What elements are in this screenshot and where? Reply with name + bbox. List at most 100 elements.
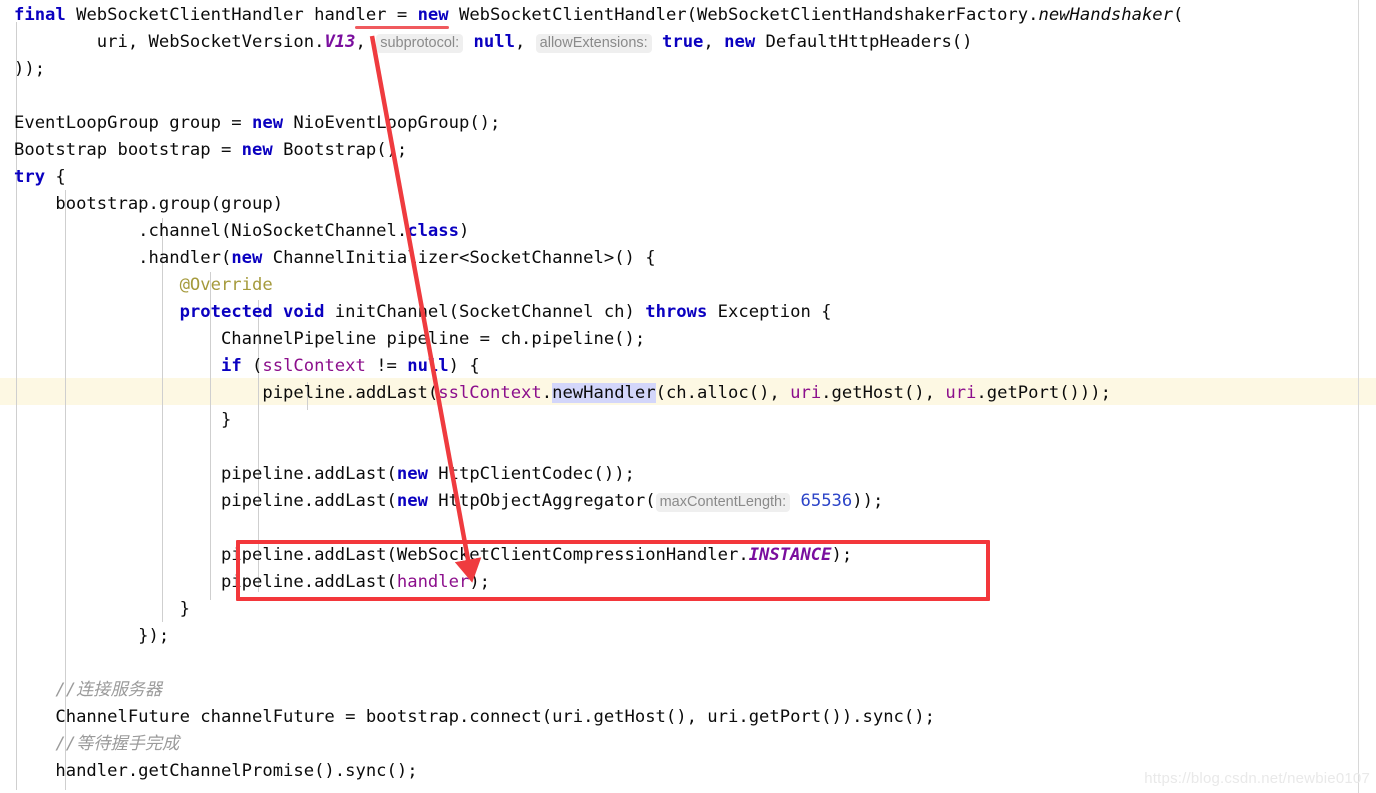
code-line-5[interactable]: EventLoopGroup group = new NioEventLoopG… — [14, 110, 500, 137]
watermark-url: https://blog.csdn.net/newbie0107 — [1144, 770, 1370, 787]
code-line-21[interactable]: pipeline.addLast(WebSocketClientCompress… — [14, 542, 852, 569]
code-line-7[interactable]: try { — [14, 164, 66, 191]
token-literal-null: null — [473, 32, 515, 52]
code-line-28[interactable]: //等待握手完成 — [14, 731, 179, 758]
token-gethost-call: .getHost(), — [821, 383, 946, 403]
token-close-paren-brace: ) { — [448, 356, 480, 376]
code-line-12[interactable]: protected void initChannel(SocketChannel… — [14, 299, 832, 326]
token-close-paren-1: ) — [458, 221, 470, 241]
token-keyword-new-4: new — [241, 140, 284, 160]
code-line-1[interactable]: final WebSocketClientHandler handler = n… — [14, 2, 1183, 29]
token-close-aggregator: )); — [852, 491, 884, 511]
token-space-1 — [463, 32, 473, 52]
code-line-11[interactable]: @Override — [14, 272, 273, 299]
token-variable-handler-usage: handler — [396, 572, 470, 592]
code-line-8[interactable]: bootstrap.group(group) — [14, 191, 283, 218]
token-field-uri-2: uri — [945, 383, 977, 403]
token-bootstrap-ctor: Bootstrap(); — [283, 140, 408, 160]
token-space-3 — [790, 491, 800, 511]
token-initchannel-sig: initChannel(SocketChannel ch) — [334, 302, 646, 322]
token-number-65536: 65536 — [800, 491, 853, 511]
param-hint-subprotocol: subprotocol: — [376, 34, 464, 53]
token-addlast-ssl: pipeline.addLast( — [14, 383, 439, 403]
token-bootstrap-group: bootstrap.group(group) — [14, 194, 284, 214]
token-channelinitializer: ChannelInitializer<SocketChannel>() { — [272, 248, 656, 268]
token-neq-operator: != — [365, 356, 408, 376]
code-line-19[interactable]: pipeline.addLast(new HttpObjectAggregato… — [14, 488, 883, 516]
token-close-call: )); — [14, 59, 46, 79]
token-keyword-new: new — [417, 5, 459, 25]
code-line-24[interactable]: }); — [14, 623, 169, 650]
code-line-27[interactable]: ChannelFuture channelFuture = bootstrap.… — [14, 704, 935, 731]
token-indent-12 — [14, 302, 180, 322]
code-line-2[interactable]: uri, WebSocketVersion.V13, subprotocol: … — [14, 29, 973, 57]
token-keyword-try: try — [14, 167, 46, 187]
token-close-brace-if: } — [14, 410, 232, 430]
token-space-2 — [652, 32, 662, 52]
token-literal-true: true — [662, 32, 704, 52]
token-keyword-throws: throws — [645, 302, 718, 322]
token-channelfuture-decl: ChannelFuture channelFuture = bootstrap.… — [14, 707, 935, 727]
token-handler-call: .handler( — [14, 248, 232, 268]
token-exception-type: Exception { — [717, 302, 832, 322]
token-eventloopgroup-decl: EventLoopGroup group = — [14, 113, 252, 133]
token-keyword-class: class — [407, 221, 459, 241]
token-keyword-new-2: new — [724, 32, 766, 52]
code-line-29[interactable]: handler.getChannelPromise().sync(); — [14, 758, 418, 785]
token-field-sslcontext-1: sslContext — [262, 356, 366, 376]
token-addlast-codec: pipeline.addLast( — [14, 464, 397, 484]
token-keyword-final: final — [14, 5, 77, 25]
token-close-handler: ); — [469, 572, 491, 592]
token-declaration: WebSocketClientHandler handler = — [76, 5, 418, 25]
code-line-6[interactable]: Bootstrap bootstrap = new Bootstrap(); — [14, 137, 407, 164]
token-httpclientcodec: HttpClientCodec()); — [438, 464, 635, 484]
token-addlast-compression: pipeline.addLast(WebSocketClientCompress… — [14, 545, 749, 565]
token-nioeventloopgroup: NioEventLoopGroup(); — [293, 113, 501, 133]
token-constant-v13: V13 — [324, 32, 356, 52]
token-getport-call: .getPort())); — [976, 383, 1111, 403]
token-getchannelpromise: handler.getChannelPromise().sync(); — [14, 761, 418, 781]
token-field-sslcontext-2: sslContext — [438, 383, 542, 403]
code-line-16[interactable]: } — [14, 407, 231, 434]
token-modifiers: protected void — [179, 302, 335, 322]
token-indent-14 — [14, 356, 221, 376]
token-keyword-new-6: new — [396, 464, 439, 484]
token-close-anon-class: }); — [14, 626, 170, 646]
code-line-18[interactable]: pipeline.addLast(new HttpClientCodec()); — [14, 461, 635, 488]
code-editor-screenshot: final WebSocketClientHandler handler = n… — [0, 0, 1376, 793]
token-close-compression: ); — [831, 545, 853, 565]
token-open-brace: { — [45, 167, 66, 187]
token-addlast-aggregator: pipeline.addLast( — [14, 491, 397, 511]
code-line-22[interactable]: pipeline.addLast(handler); — [14, 569, 490, 596]
code-line-23[interactable]: } — [14, 596, 190, 623]
token-dot-1: . — [541, 383, 553, 403]
comment-wait-handshake: //等待握手完成 — [14, 734, 180, 754]
token-open-paren: ( — [1173, 5, 1184, 25]
code-line-15[interactable]: pipeline.addLast(sslContext.newHandler(c… — [14, 380, 1111, 407]
token-channel-call: .channel(NioSocketChannel. — [14, 221, 408, 241]
token-keyword-new-7: new — [396, 491, 439, 511]
code-text-layer: final WebSocketClientHandler handler = n… — [0, 0, 1376, 793]
token-selected-newhandler[interactable]: newHandler — [552, 383, 656, 403]
token-literal-null-2: null — [407, 356, 449, 376]
code-line-10[interactable]: .handler(new ChannelInitializer<SocketCh… — [14, 245, 656, 272]
token-comma-3: , — [703, 32, 725, 52]
token-constant-instance: INSTANCE — [748, 545, 832, 565]
token-open-paren-2: ( — [252, 356, 263, 376]
token-comma-1: , — [355, 32, 377, 52]
code-line-9[interactable]: .channel(NioSocketChannel.class) — [14, 218, 469, 245]
token-field-uri-1: uri — [790, 383, 822, 403]
code-line-26[interactable]: //连接服务器 — [14, 677, 162, 704]
token-keyword-new-3: new — [252, 113, 294, 133]
param-hint-maxcontentlength: maxContentLength: — [655, 493, 791, 512]
token-args-uri: uri, WebSocketVersion. — [14, 32, 325, 52]
token-httpobjectaggregator: HttpObjectAggregator( — [438, 491, 656, 511]
token-bootstrap-decl: Bootstrap bootstrap = — [14, 140, 242, 160]
token-pipeline-decl: ChannelPipeline pipeline = ch.pipeline()… — [14, 329, 646, 349]
token-newhandler-args: (ch.alloc(), — [655, 383, 791, 403]
comment-connect-server: //连接服务器 — [14, 680, 163, 700]
code-line-14[interactable]: if (sslContext != null) { — [14, 353, 480, 380]
code-line-13[interactable]: ChannelPipeline pipeline = ch.pipeline()… — [14, 326, 645, 353]
code-line-3[interactable]: )); — [14, 56, 45, 83]
token-annotation-override: @Override — [14, 275, 273, 295]
